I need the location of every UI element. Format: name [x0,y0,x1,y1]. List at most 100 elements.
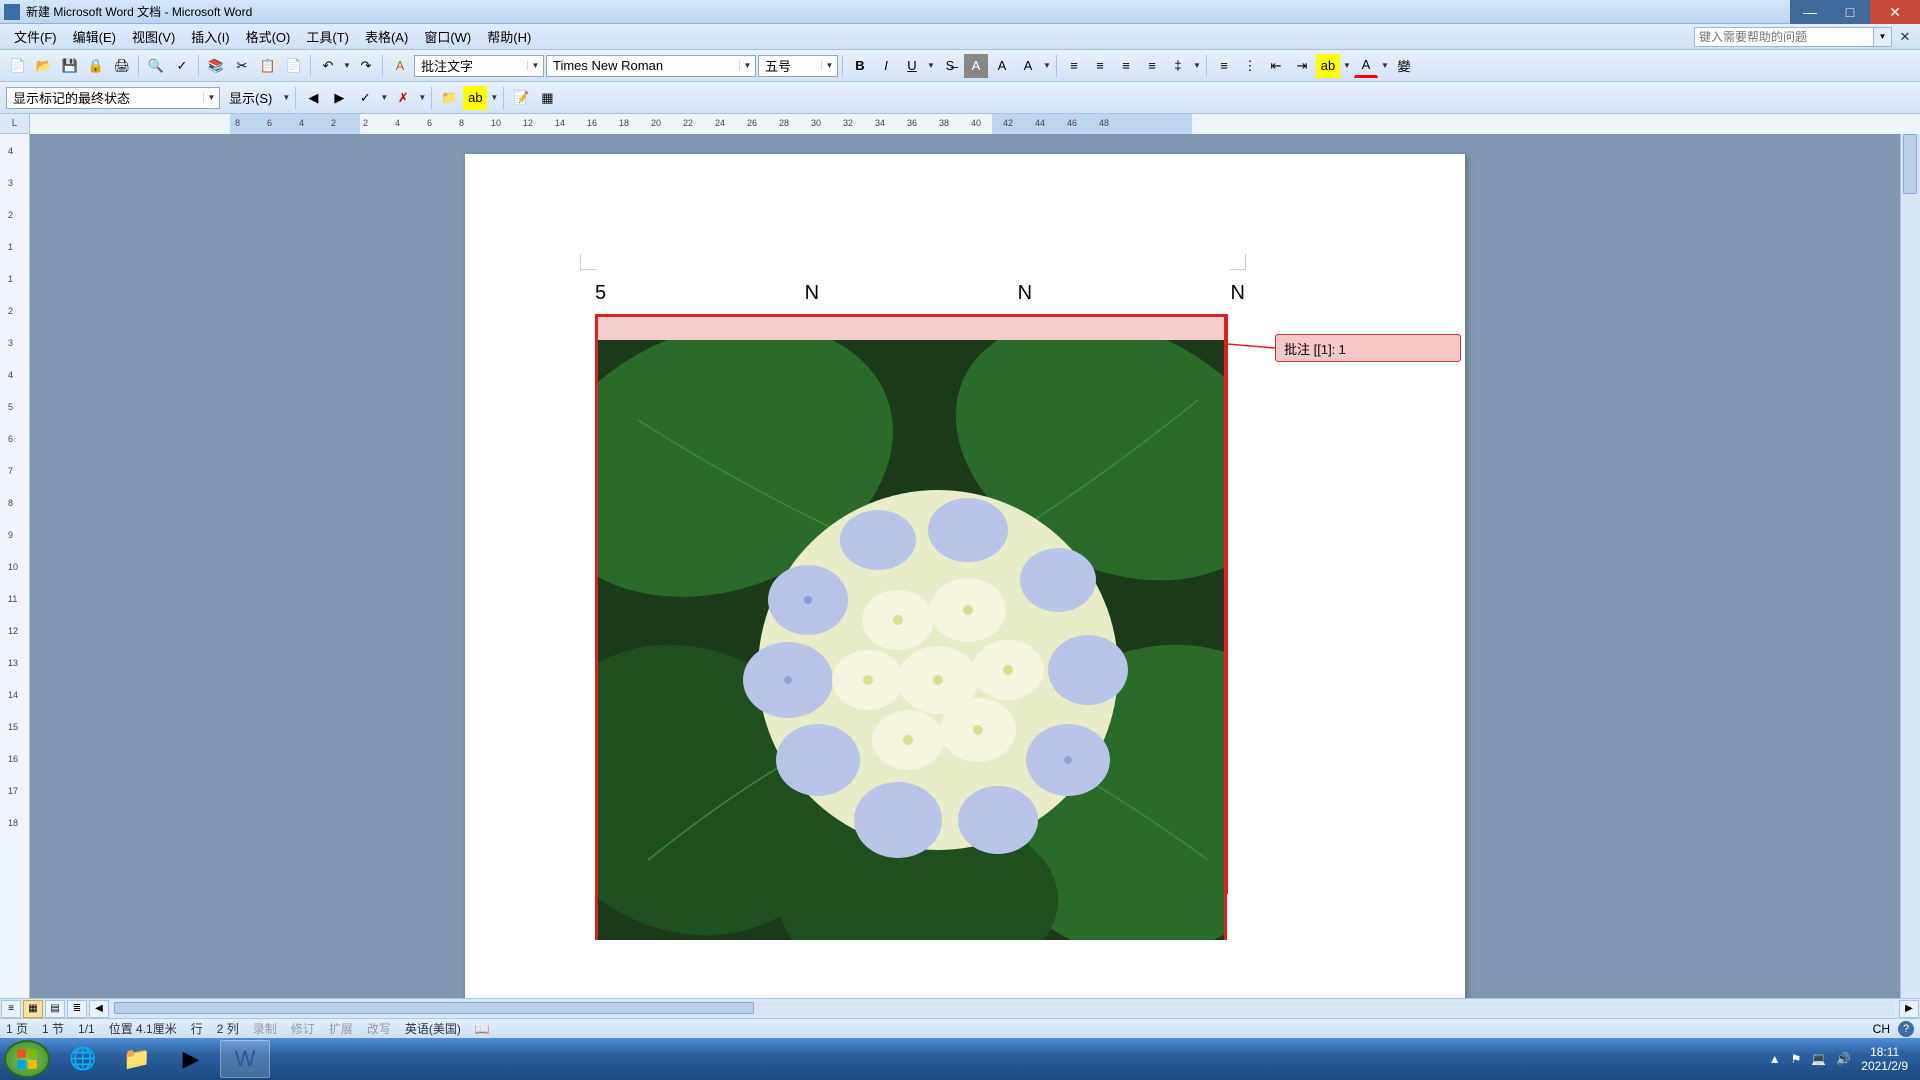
phonetic-icon[interactable]: 變 [1392,54,1416,78]
research-icon[interactable]: 📚 [204,54,228,78]
comment-dropdown[interactable]: ▼ [489,93,499,102]
start-button[interactable] [4,1040,50,1078]
status-rev[interactable]: 修订 [291,1020,315,1037]
status-section[interactable]: 1 节 [42,1020,64,1037]
status-column[interactable]: 2 列 [217,1020,239,1037]
tray-clock[interactable]: 18:11 2021/2/9 [1861,1045,1908,1073]
status-position[interactable]: 位置 4.1厘米 [109,1020,177,1037]
menu-file[interactable]: 文件(F) [6,24,65,49]
align-left-icon[interactable]: ≡ [1062,54,1086,78]
menu-view[interactable]: 视图(V) [124,24,183,49]
next-change-icon[interactable]: ▶ [327,86,351,110]
align-center-icon[interactable]: ≡ [1088,54,1112,78]
accept-dropdown[interactable]: ▼ [379,93,389,102]
taskbar-explorer-icon[interactable]: 📁 [112,1040,162,1078]
new-doc-icon[interactable]: 📄 [6,54,30,78]
text-effect-icon[interactable]: A [964,54,988,78]
taskbar-media-icon[interactable]: ▶ [166,1040,216,1078]
status-ext[interactable]: 扩展 [329,1020,353,1037]
italic-icon[interactable]: I [874,54,898,78]
align-right-icon[interactable]: ≡ [1114,54,1138,78]
underline-dropdown[interactable]: ▼ [926,61,936,70]
status-rec[interactable]: 录制 [253,1020,277,1037]
vertical-scrollbar[interactable] [1900,134,1920,998]
status-ovr[interactable]: 改写 [367,1020,391,1037]
tray-volume-icon[interactable]: 🔊 [1836,1052,1851,1066]
menu-table[interactable]: 表格(A) [357,24,416,49]
new-comment-icon[interactable]: 📁 [437,86,461,110]
style-combo[interactable]: 批注文字▼ [414,55,544,77]
document-scroll[interactable]: 5NNN [30,134,1900,998]
format-painter-icon[interactable]: A [388,54,412,78]
reject-change-icon[interactable]: ✗ [391,86,415,110]
menu-window[interactable]: 窗口(W) [416,24,479,49]
menu-insert[interactable]: 插入(I) [183,24,237,49]
cut-icon[interactable]: ✂ [230,54,254,78]
font-color-icon[interactable]: A [1354,54,1378,78]
ime-indicator[interactable]: CH [1873,1022,1890,1036]
save-icon[interactable]: 💾 [58,54,82,78]
status-spell-icon[interactable]: 📖 [475,1022,490,1036]
permission-icon[interactable]: 🔒 [84,54,108,78]
tray-network-icon[interactable]: 💻 [1811,1052,1826,1066]
status-page-count[interactable]: 1/1 [78,1022,95,1036]
decrease-indent-icon[interactable]: ⇤ [1264,54,1288,78]
scroll-thumb[interactable] [1903,134,1917,194]
outline-view-icon[interactable]: ≣ [67,1000,87,1018]
print-layout-view-icon[interactable]: ▦ [23,1000,43,1018]
char-shading-icon[interactable]: A [1016,54,1040,78]
char-border-icon[interactable]: A [990,54,1014,78]
close-doc-button[interactable]: ✕ [1896,28,1914,46]
line-spacing-icon[interactable]: ‡ [1166,54,1190,78]
tray-flag-icon[interactable]: ⚑ [1791,1052,1802,1066]
taskbar-word-icon[interactable]: W [220,1040,270,1078]
strike-icon[interactable]: S̶ [938,54,962,78]
show-button[interactable]: 显示(S) [222,86,279,110]
highlight-icon[interactable]: ab [1316,54,1340,78]
redo-icon[interactable]: ↷ [354,54,378,78]
size-combo[interactable]: 五号▼ [758,55,838,77]
maximize-button[interactable]: □ [1830,0,1870,24]
undo-icon[interactable]: ↶ [316,54,340,78]
spellcheck-icon[interactable]: ✓ [170,54,194,78]
vertical-ruler[interactable]: 4321123456789101112131415161718 [0,134,30,998]
menu-format[interactable]: 格式(O) [238,24,299,49]
comment-balloon[interactable]: 批注 [[1]: 1 [1275,334,1461,362]
reviewing-pane-icon[interactable]: ▦ [535,86,559,110]
menu-help[interactable]: 帮助(H) [479,24,539,49]
normal-view-icon[interactable]: ≡ [1,1000,21,1018]
highlight-dropdown[interactable]: ▼ [1342,61,1352,70]
help-icon[interactable]: ? [1898,1021,1914,1037]
display-for-review-combo[interactable]: 显示标记的最终状态▼ [6,87,220,109]
reject-dropdown[interactable]: ▼ [417,93,427,102]
reading-view-icon[interactable]: ◀ [89,1000,109,1018]
justify-icon[interactable]: ≡ [1140,54,1164,78]
taskbar-ie-icon[interactable]: 🌐 [58,1040,108,1078]
line-spacing-dropdown[interactable]: ▼ [1192,61,1202,70]
font-combo[interactable]: Times New Roman▼ [546,55,756,77]
horizontal-scrollbar[interactable] [114,1001,1894,1017]
print-icon[interactable]: 🖨 [110,54,134,78]
menu-tools[interactable]: 工具(T) [298,24,357,49]
bullets-icon[interactable]: ⋮ [1238,54,1262,78]
bold-icon[interactable]: B [848,54,872,78]
paste-icon[interactable]: 📄 [282,54,306,78]
increase-indent-icon[interactable]: ⇥ [1290,54,1314,78]
show-dropdown[interactable]: ▼ [281,93,291,102]
highlight-comment-icon[interactable]: ab [463,86,487,110]
help-search-input[interactable] [1694,27,1874,47]
horizontal-ruler[interactable]: 8642246810121416182022242628303234363840… [30,114,1920,134]
h-scroll-thumb[interactable] [114,1002,754,1014]
copy-icon[interactable]: 📋 [256,54,280,78]
underline-icon[interactable]: U [900,54,924,78]
tray-show-hidden-icon[interactable]: ▲ [1769,1052,1781,1066]
track-changes-icon[interactable]: 📝 [509,86,533,110]
previous-change-icon[interactable]: ◀ [301,86,325,110]
close-button[interactable]: ✕ [1870,0,1920,24]
scroll-right-icon[interactable]: ▶ [1899,1000,1919,1018]
status-line[interactable]: 行 [191,1020,203,1037]
inserted-image[interactable] [595,340,1227,940]
menu-edit[interactable]: 编辑(E) [65,24,124,49]
char-shading-dropdown[interactable]: ▼ [1042,61,1052,70]
numbering-icon[interactable]: ≡ [1212,54,1236,78]
